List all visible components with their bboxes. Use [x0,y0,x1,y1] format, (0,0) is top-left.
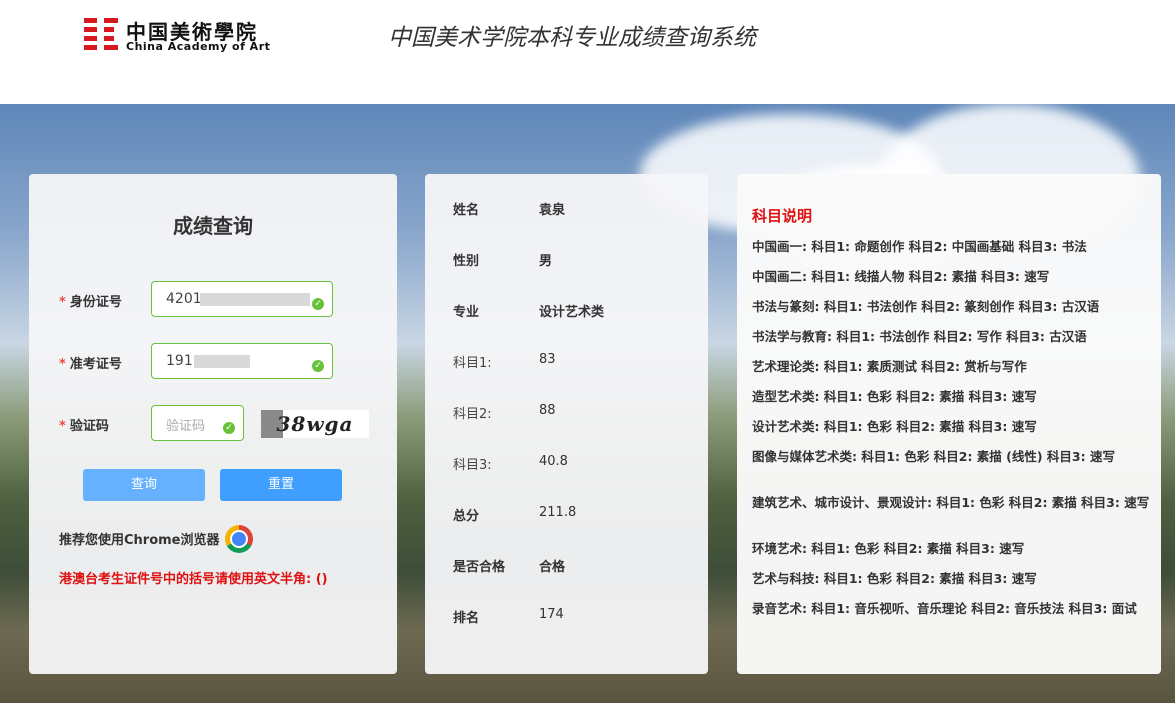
subject-note: 图像与媒体艺术类: 科目1: 色彩 科目2: 素描 (线性) 科目3: 速写 [752,449,1115,464]
query-form-panel: 成绩查询 * 身份证号 4201 ✓ * 准考证号 191 ✓ * 验证码 验证码 ✓… [29,174,397,674]
form-title: 成绩查询 [173,214,253,238]
subject-note: 艺术与科技: 科目1: 色彩 科目2: 素描 科目3: 速写 [752,571,1037,586]
result-value: 83 [539,352,556,367]
id-number-label: * 身份证号 [59,295,122,310]
captcha-input[interactable]: 验证码 ✓ [151,405,244,441]
result-key: 总分 [453,509,480,524]
captcha-image[interactable]: 38wga [261,410,369,438]
reset-button[interactable]: 重置 [220,469,342,501]
result-key: 是否合格 [453,560,506,575]
result-value: 40.8 [539,454,568,469]
result-key: 性别 [453,254,480,269]
subject-note: 中国画二: 科目1: 线描人物 科目2: 素描 科目3: 速写 [752,269,1050,284]
masked-text [200,293,310,306]
subject-note: 中国画一: 科目1: 命题创作 科目2: 中国画基础 科目3: 书法 [752,239,1087,254]
exam-number-label: * 准考证号 [59,357,122,372]
browser-tip: 推荐您使用Chrome浏览器 [59,533,220,548]
subject-notes-title: 科目说明 [752,207,813,225]
valid-check-icon: ✓ [312,360,324,372]
id-number-input[interactable]: 4201 ✓ [151,281,333,317]
result-value: 88 [539,403,556,418]
result-value: 174 [539,607,564,622]
result-value: 袁泉 [539,203,566,218]
result-value: 男 [539,254,553,269]
result-key: 专业 [453,305,480,320]
exam-number-input[interactable]: 191 ✓ [151,343,333,379]
subject-note: 建筑艺术、城市设计、景观设计: 科目1: 色彩 科目2: 素描 科目3: 速写 [752,495,1150,510]
subject-note: 书法与篆刻: 科目1: 书法创作 科目2: 篆刻创作 科目3: 古汉语 [752,299,1100,314]
system-title: 中国美术学院本科专业成绩查询系统 [388,25,756,51]
valid-check-icon: ✓ [223,422,235,434]
valid-check-icon: ✓ [312,298,324,310]
result-key: 姓名 [453,203,480,218]
bracket-warning: 港澳台考生证件号中的括号请使用英文半角: () [59,572,328,587]
captcha-label: * 验证码 [59,419,109,434]
result-key: 排名 [453,611,480,626]
caa-logo[interactable]: 中国美術學院 China Academy of Art [84,18,284,54]
query-button[interactable]: 查询 [83,469,205,501]
subject-note: 录音艺术: 科目1: 音乐视听、音乐理论 科目2: 音乐技法 科目3: 面试 [752,601,1137,616]
caa-emblem-icon [84,18,118,50]
result-key: 科目3: [453,458,492,473]
result-value: 设计艺术类 [539,305,605,320]
result-value: 211.8 [539,505,577,520]
result-panel: 姓名 袁泉 性别 男 专业 设计艺术类 科目1: 83 科目2: 88 科目3:… [425,174,708,674]
result-key: 科目2: [453,407,492,422]
subject-note: 造型艺术类: 科目1: 色彩 科目2: 素描 科目3: 速写 [752,389,1037,404]
required-mark: * [59,295,66,310]
subject-note: 书法学与教育: 科目1: 书法创作 科目2: 写作 科目3: 古汉语 [752,329,1087,344]
subject-note: 设计艺术类: 科目1: 色彩 科目2: 素描 科目3: 速写 [752,419,1037,434]
result-key: 科目1: [453,356,492,371]
chrome-icon [225,525,253,553]
subject-notes-panel: 科目说明 中国画一: 科目1: 命题创作 科目2: 中国画基础 科目3: 书法 … [737,174,1161,674]
subject-note: 环境艺术: 科目1: 色彩 科目2: 素描 科目3: 速写 [752,541,1025,556]
masked-text [194,355,250,368]
header: 中国美術學院 China Academy of Art 中国美术学院本科专业成绩… [0,0,1175,104]
subject-note: 艺术理论类: 科目1: 素质测试 科目2: 赏析与写作 [752,359,1027,374]
logo-english-name: China Academy of Art [126,40,271,53]
result-value: 合格 [539,560,566,575]
